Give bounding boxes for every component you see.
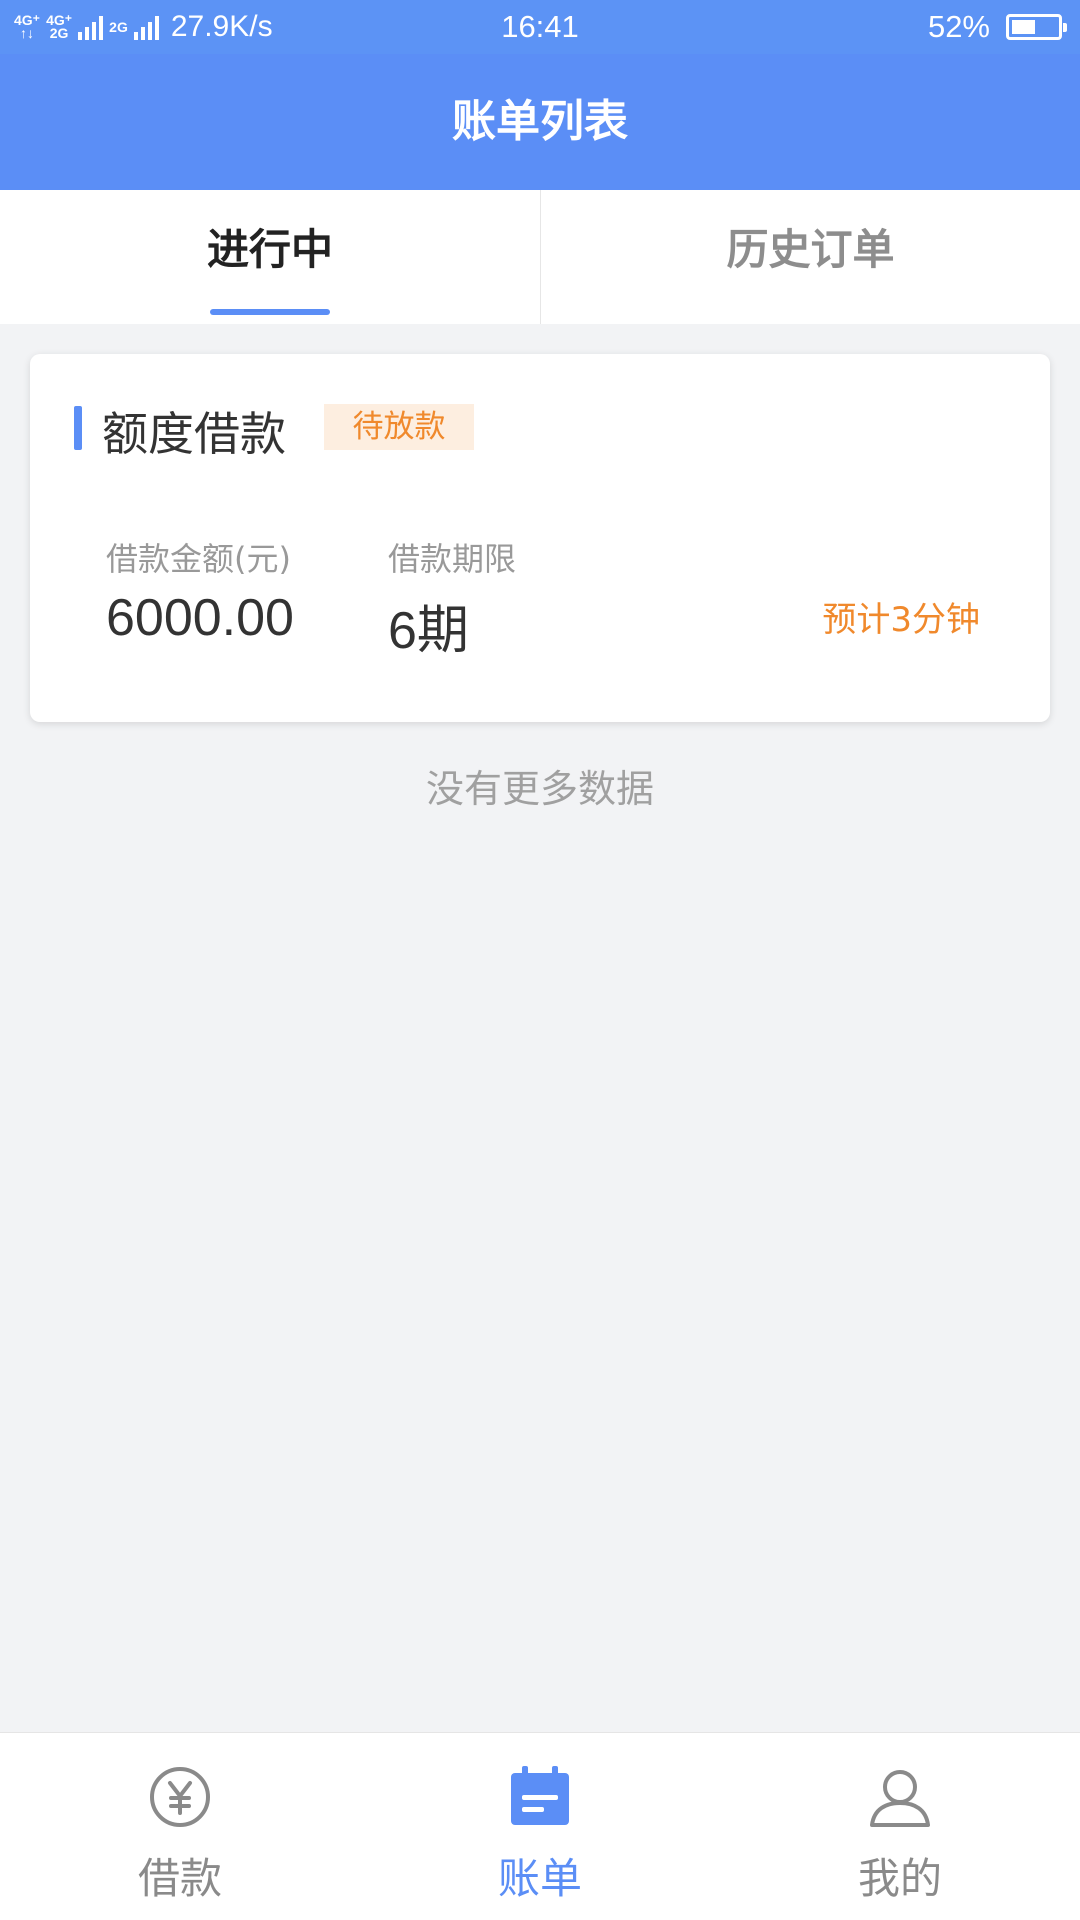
status-right: 52% (927, 0, 1067, 54)
eta-text: 预计3分钟 (822, 600, 980, 640)
bottom-nav-mine[interactable]: 我的 (720, 1733, 1080, 1920)
bottom-nav: 借款 账单 我的 (0, 1732, 1080, 1920)
tab-in-progress[interactable]: 进行中 (0, 190, 540, 324)
card-title: 额度借款 (102, 407, 286, 461)
card-accent-bar (74, 406, 82, 450)
tab-bar: 进行中 历史订单 (0, 190, 1080, 324)
bill-card[interactable]: 额度借款 待放款 借款金额(元) 6000.00 借款期限 6期 预计3分钟 (30, 354, 1050, 722)
battery-icon (1006, 14, 1067, 40)
bottom-nav-label: 账单 (497, 1854, 582, 1903)
bottom-nav-label: 我的 (857, 1854, 942, 1903)
nav-bar: 账单列表 (0, 54, 1080, 190)
status-badge: 待放款 (324, 404, 474, 450)
bottom-nav-bill[interactable]: 账单 (360, 1733, 720, 1920)
term-label: 借款期限 (388, 540, 517, 578)
status-bar: 4G⁺ ↑↓ 4G⁺ 2G 2G 27.9K/s 16:41 52% (0, 0, 1080, 54)
page-title: 账单列表 (452, 96, 628, 147)
tab-label: 进行中 (206, 225, 333, 274)
amount-label: 借款金额(元) (106, 540, 291, 578)
tab-active-indicator (210, 309, 330, 315)
list-end-message: 没有更多数据 (425, 767, 654, 811)
tab-history-orders[interactable]: 历史订单 (540, 190, 1080, 324)
battery-percent: 52% (927, 9, 990, 44)
calendar-bill-icon (511, 1766, 569, 1825)
clock: 16:41 (501, 9, 579, 44)
bottom-nav-label: 借款 (137, 1854, 222, 1903)
tab-label: 历史订单 (726, 225, 895, 274)
term-value: 6期 (388, 602, 469, 660)
battery-fill (1012, 20, 1035, 34)
bottom-nav-loan[interactable]: 借款 (0, 1733, 360, 1920)
user-icon (870, 1770, 930, 1827)
yuan-circle-icon (150, 1767, 210, 1827)
amount-value: 6000.00 (106, 589, 294, 647)
